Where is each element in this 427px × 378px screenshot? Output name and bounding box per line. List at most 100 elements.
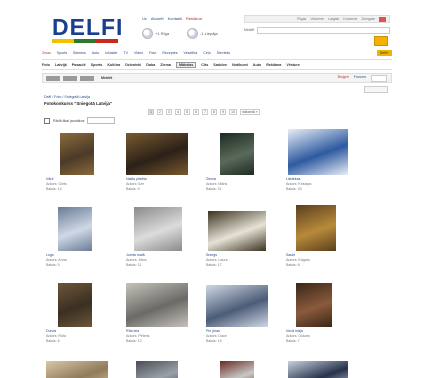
toolbar-link[interactable]: Forums: [354, 75, 366, 82]
header-link[interactable]: Uz: [142, 16, 147, 22]
region-link[interactable]: Latgale: [328, 17, 339, 21]
photo-thumbnail[interactable]: [296, 283, 332, 327]
photo-votes: Balsis: 17: [206, 263, 222, 267]
nav-item[interactable]: Video: [134, 51, 143, 55]
photo-caption: Vecā māja Autors: Oskars Balsis: 7: [286, 329, 356, 344]
nav-item[interactable]: Ceļo: [203, 51, 210, 55]
breadcrumb[interactable]: Delfi / Foto / Sniegotā Latvija: [44, 95, 90, 99]
weather-label: +1 Rīga: [155, 30, 170, 36]
photo-thumbnail[interactable]: [208, 211, 266, 251]
region-link[interactable]: Kurzeme: [343, 17, 357, 21]
page-link[interactable]: 9: [220, 109, 226, 115]
header-link[interactable]: Reklāma: [186, 16, 202, 22]
nav-item[interactable]: Sports: [57, 51, 67, 55]
page-link[interactable]: 3: [166, 109, 172, 115]
photo-caption: Vārti Autors: Gints Balsis: 14: [46, 177, 116, 192]
sort-row: Rādīt tikai jaunākos: [44, 117, 116, 124]
page-link[interactable]: 8: [211, 109, 217, 115]
header-link[interactable]: Kontakti: [168, 16, 182, 22]
photo-caption: Logs Autors: Anna Balsis: 5: [46, 253, 116, 268]
photo-thumbnail[interactable]: [60, 133, 94, 175]
toolbar-button[interactable]: [63, 75, 77, 81]
primary-nav: Ziņas Sports Bizness Auto Izklaide TV Vi…: [42, 49, 392, 56]
subnav-item[interactable]: Kultūra: [107, 63, 120, 67]
subnav-item[interactable]: Pasaulē: [72, 63, 86, 67]
page-link[interactable]: 5: [184, 109, 190, 115]
sort-checkbox[interactable]: [44, 117, 50, 124]
photo-thumbnail[interactable]: [220, 133, 254, 175]
subnav-item[interactable]: Cits: [201, 63, 208, 67]
photo-thumbnail[interactable]: [288, 361, 348, 378]
photo-thumbnail[interactable]: [58, 207, 92, 251]
nav-item[interactable]: Receptes: [162, 51, 177, 55]
nav-item[interactable]: Foto: [149, 51, 156, 55]
photo-votes: Balsis: 11: [126, 263, 142, 267]
subnav-item[interactable]: Dzīvnieki: [125, 63, 141, 67]
nav-item[interactable]: TV: [123, 51, 128, 55]
subnav-item[interactable]: Foto: [42, 63, 50, 67]
photo-thumbnail[interactable]: [288, 129, 348, 175]
toolbar-select[interactable]: [371, 74, 387, 82]
nav-item[interactable]: Ziņas: [42, 51, 51, 55]
subnav-item[interactable]: Ziema: [160, 63, 171, 67]
nav-item[interactable]: Veselība: [184, 51, 198, 55]
subnav-item[interactable]: Sports: [91, 63, 103, 67]
header-links: Uz Abonēt Kontakti Reklāma: [142, 16, 232, 22]
toolbar-button[interactable]: [46, 75, 60, 81]
subnav-item[interactable]: Notikumi: [232, 63, 248, 67]
search-input[interactable]: [257, 26, 390, 34]
toolbar-link[interactable]: Bloģeri: [338, 75, 349, 82]
weather-item[interactable]: +1 Rīga: [142, 25, 182, 41]
subnav-item[interactable]: Reklāma: [266, 63, 281, 67]
toolbar: Meklēt Bloģeri Forums: [42, 73, 392, 83]
subnav-item[interactable]: Sadzīve: [213, 63, 227, 67]
nav-badge[interactable]: Delfi+: [376, 49, 392, 56]
photo-thumbnail[interactable]: [206, 285, 268, 327]
page-link[interactable]: nākamā »: [240, 109, 260, 115]
right-margin: [396, 0, 427, 378]
photo-thumbnail[interactable]: [296, 205, 336, 251]
region-link[interactable]: Vidzeme: [310, 17, 324, 21]
photo-thumbnail[interactable]: [136, 361, 178, 378]
photo-votes: Balsis: 21: [206, 187, 222, 191]
region-link[interactable]: Rīgas: [297, 17, 306, 21]
language-select[interactable]: [364, 86, 388, 93]
photo-thumbnail[interactable]: [126, 133, 188, 175]
photo-thumbnail[interactable]: [126, 283, 188, 327]
nav-item[interactable]: Sieviešu: [217, 51, 231, 55]
subnav-item[interactable]: Latvijā: [55, 63, 67, 67]
page-link[interactable]: 1: [148, 109, 154, 115]
page-link[interactable]: 10: [229, 109, 237, 115]
photo-thumbnail[interactable]: [220, 361, 254, 378]
photo-thumbnail[interactable]: [46, 361, 108, 378]
page-link[interactable]: 7: [202, 109, 208, 115]
photo-thumbnail[interactable]: [58, 283, 92, 327]
nav-item[interactable]: Izklaide: [105, 51, 117, 55]
page-link[interactable]: 2: [157, 109, 163, 115]
page-link[interactable]: 4: [175, 109, 181, 115]
toolbar-button[interactable]: [80, 75, 94, 81]
search-button[interactable]: [374, 36, 388, 46]
photo-votes: Balsis: 33: [286, 187, 302, 191]
site-logo[interactable]: DELFI: [52, 13, 136, 43]
weather-item[interactable]: -1 Liepāja: [187, 25, 227, 41]
subnav-item[interactable]: Vēsture: [286, 63, 300, 67]
photo-thumbnail[interactable]: [134, 207, 182, 251]
subnav-item[interactable]: Auto: [253, 63, 261, 67]
page: DELFI Uz Abonēt Kontakti Reklāma +1 Rīga…: [38, 7, 396, 378]
photo-votes: Balsis: 14: [46, 187, 62, 191]
photo-caption: Lāstekas Autors: Kristaps Balsis: 33: [286, 177, 356, 192]
pagination: 1 2 3 4 5 6 7 8 9 10 nākamā »: [148, 109, 260, 115]
flag-icon[interactable]: [379, 16, 386, 22]
page-link[interactable]: 6: [193, 109, 199, 115]
header-link[interactable]: Abonēt: [151, 16, 164, 22]
nav-item[interactable]: Bizness: [73, 51, 86, 55]
subnav-item-selected[interactable]: Mākslas: [175, 61, 197, 68]
nav-item[interactable]: Auto: [92, 51, 99, 55]
sort-select[interactable]: [87, 117, 116, 124]
region-link[interactable]: Zemgale: [361, 17, 375, 21]
subnav-item[interactable]: Daba: [146, 63, 155, 67]
toolbar-label: Meklēt: [101, 76, 113, 80]
photo-votes: Balsis: 6: [46, 339, 60, 343]
sort-label: Rādīt tikai jaunākos: [53, 118, 85, 123]
